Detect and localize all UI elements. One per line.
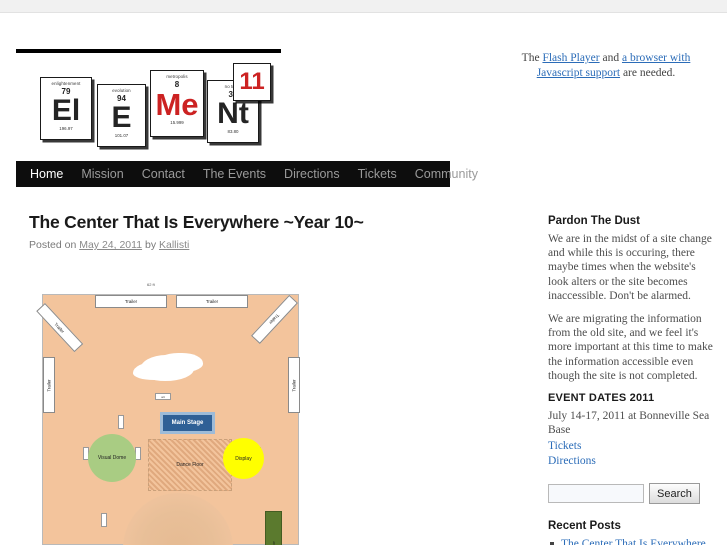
- sidebar-link-directions[interactable]: Directions: [548, 454, 718, 469]
- map-dance-floor: Dance Floor: [148, 439, 232, 491]
- event-dates-heading: EVENT DATES 2011: [548, 392, 655, 405]
- browser-chrome-strip: [0, 0, 727, 13]
- post-meta: Posted on May 24, 2011 by Kallisti: [29, 239, 519, 251]
- logo-element-me: metropolis 8 Me 15.999: [150, 70, 204, 137]
- trailer-top-left: Trailer: [95, 295, 167, 308]
- notice-text-post: are needed.: [620, 67, 676, 79]
- widget-event-dates: EVENT DATES 2011 July 14-17, 2011 at Bon…: [548, 392, 718, 468]
- logo-element-e: evolution 94 E 101.07: [97, 84, 146, 147]
- post-meta-prefix: Posted on: [29, 239, 80, 251]
- trailer-top-right: Trailer: [176, 295, 248, 308]
- post-header-block: The Center That Is Everywhere ~Year 10~ …: [29, 212, 519, 251]
- notice-text-pre: The: [521, 52, 543, 64]
- trailer-right-side: Trailer: [288, 357, 300, 413]
- post-title: The Center That Is Everywhere ~Year 10~: [29, 212, 364, 232]
- map-center-structure: Center Space Structure: [123, 493, 233, 545]
- map-small-box-art: art: [155, 393, 171, 400]
- element-symbol: Nt: [217, 97, 249, 130]
- map-dimension-label: 62 ft: [147, 282, 155, 287]
- recent-posts-heading: Recent Posts: [548, 520, 621, 533]
- trailer-label: Trailer: [46, 378, 52, 392]
- nav-item-contact[interactable]: Contact: [142, 167, 185, 181]
- page-root: The Flash Player and a browser with Java…: [0, 0, 727, 545]
- logo-element-el: enlightenment 79 El 196.97: [40, 77, 92, 140]
- event-dates-text: July 14-17, 2011 at Bonneville Sea Base: [548, 410, 710, 437]
- trailer-left-side: Trailer: [43, 357, 55, 413]
- post-author-link[interactable]: Kallisti: [159, 239, 189, 251]
- nav-item-directions[interactable]: Directions: [284, 167, 340, 181]
- map-field-area: Trailer Trailer Trailer Trailer Trailer …: [36, 294, 300, 545]
- notice-text-mid: and: [599, 52, 622, 64]
- trailer-label: Trailer: [53, 321, 66, 334]
- site-header: The Flash Player and a browser with Java…: [0, 13, 727, 161]
- header-rule: [16, 49, 281, 53]
- green-structure-label: Vendor: [271, 541, 276, 545]
- site-logo[interactable]: enlightenment 79 El 196.97 evolution 94 …: [34, 63, 274, 153]
- element-mass: 101.07: [114, 133, 129, 138]
- widget-recent-posts: Recent Posts The Center That Is Everywhe…: [548, 520, 718, 545]
- pardon-heading: Pardon The Dust: [548, 215, 641, 227]
- element-mass: 83.80: [227, 129, 239, 134]
- widget-pardon-the-dust: Pardon The Dust We are in the midst of a…: [548, 215, 718, 383]
- pardon-paragraph-2: We are migrating the information from th…: [548, 313, 713, 382]
- map-cloud-shape: [140, 355, 194, 381]
- element-subtitle: metropolis: [166, 74, 188, 79]
- map-main-stage: Main Stage: [160, 412, 215, 434]
- widget-search: Search: [548, 483, 718, 505]
- nav-item-tickets[interactable]: Tickets: [358, 167, 397, 181]
- search-button[interactable]: Search: [649, 483, 700, 505]
- map-small-box-left: [118, 415, 124, 429]
- element-subtitle: evolution: [112, 88, 131, 93]
- element-symbol: Me: [155, 87, 199, 122]
- flash-player-link[interactable]: Flash Player: [542, 52, 599, 64]
- nav-item-mission[interactable]: Mission: [81, 167, 123, 181]
- map-green-structure: Vendor: [265, 511, 282, 545]
- map-display-circle: Display: [223, 438, 264, 479]
- post-date-link[interactable]: May 24, 2011: [79, 239, 142, 251]
- trailer-label: Trailer: [205, 299, 219, 304]
- list-item: The Center That Is Everywhere: [548, 537, 718, 545]
- post-meta-by: by: [142, 239, 159, 251]
- trailer-label: Trailer: [124, 299, 138, 304]
- main-navigation: Home Mission Contact The Events Directio…: [16, 161, 478, 187]
- nav-item-home[interactable]: Home: [30, 167, 63, 181]
- trailer-label: Trailer: [268, 313, 281, 326]
- element-symbol: El: [51, 94, 81, 127]
- recent-post-link[interactable]: The Center That Is Everywhere: [561, 538, 706, 545]
- element-symbol: E: [111, 101, 132, 134]
- search-input[interactable]: [548, 484, 644, 504]
- trailer-label: Trailer: [291, 378, 297, 392]
- recent-posts-list: The Center That Is Everywhere: [548, 537, 718, 545]
- sidebar-link-tickets[interactable]: Tickets: [548, 439, 718, 454]
- logo-year-badge: 11: [233, 63, 271, 101]
- trailer-diagonal-right: Trailer: [251, 294, 298, 344]
- element-subtitle: enlightenment: [51, 81, 81, 86]
- nav-item-community[interactable]: Community: [415, 167, 478, 181]
- event-site-map[interactable]: 62 ft Trailer Trailer Trailer Trailer Tr…: [29, 282, 319, 545]
- flash-player-notice: The Flash Player and a browser with Java…: [500, 51, 712, 81]
- year-badge-text: 11: [239, 68, 265, 95]
- map-small-box-lower: [101, 513, 107, 527]
- sidebar: Pardon The Dust We are in the midst of a…: [548, 215, 718, 545]
- nav-item-the-events[interactable]: The Events: [203, 167, 266, 181]
- element-mass: 196.97: [59, 126, 73, 131]
- trailer-diagonal-left: Trailer: [36, 303, 84, 353]
- pardon-paragraph-1: We are in the midst of a site change and…: [548, 233, 712, 302]
- map-visual-dome: Visual Dome: [88, 434, 136, 482]
